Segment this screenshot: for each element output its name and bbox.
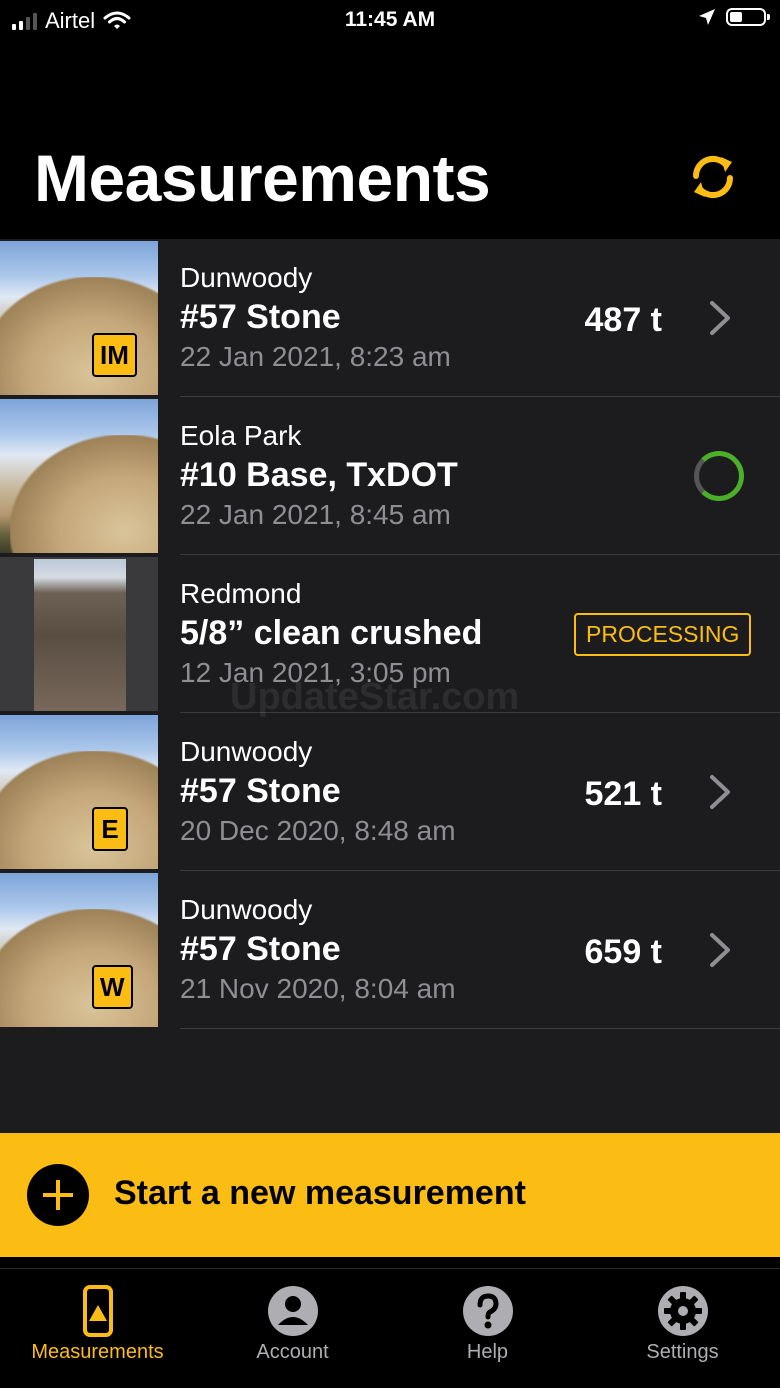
chevron-right-icon xyxy=(710,775,730,809)
watermark: UpdateStar.com xyxy=(230,676,520,718)
status-bar: Airtel 11:45 AM xyxy=(0,0,780,40)
material-name: #10 Base, TxDOT xyxy=(180,456,458,494)
tonnage-value: 521 t xyxy=(584,775,663,813)
tab-label: Account xyxy=(256,1341,329,1363)
site-name: Dunwoody xyxy=(180,736,313,767)
measurement-date: 22 Jan 2021, 8:45 am xyxy=(180,499,451,530)
material-name: #57 Stone xyxy=(180,930,341,968)
question-icon xyxy=(463,1286,513,1336)
location-arrow-icon xyxy=(699,9,715,25)
pile-thumbnail: IM xyxy=(0,241,158,395)
tonnage-value: 659 t xyxy=(584,933,663,971)
cta-label: Start a new measurement xyxy=(114,1174,526,1212)
measurement-row[interactable]: E Dunwoody #57 Stone 20 Dec 2020, 8:48 a… xyxy=(0,713,780,871)
chevron-right-icon xyxy=(710,301,730,335)
material-name: 5/8” clean crushed xyxy=(180,614,483,652)
pile-thumbnail: W xyxy=(0,873,158,1027)
refresh-icon[interactable] xyxy=(688,152,738,202)
measurement-type-badge: W xyxy=(92,965,133,1009)
pile-thumbnail: E xyxy=(0,715,158,869)
gear-icon xyxy=(658,1286,708,1336)
measurement-row[interactable]: Eola Park #10 Base, TxDOT 22 Jan 2021, 8… xyxy=(0,397,780,555)
pile-thumbnail xyxy=(0,557,158,711)
row-divider xyxy=(180,1028,780,1029)
tab-help[interactable]: Help xyxy=(390,1269,585,1388)
tab-bar: Measurements Account Help Settings xyxy=(0,1268,780,1388)
status-right xyxy=(698,8,770,26)
processing-badge: PROCESSING xyxy=(574,613,752,656)
loading-spinner-icon xyxy=(694,451,744,501)
plus-icon xyxy=(27,1164,89,1226)
tab-label: Settings xyxy=(646,1341,719,1363)
measurement-date: 20 Dec 2020, 8:48 am xyxy=(180,815,456,846)
measurement-date: 22 Jan 2021, 8:23 am xyxy=(180,341,451,372)
tab-account[interactable]: Account xyxy=(195,1269,390,1388)
measurement-type-badge: E xyxy=(92,807,128,851)
material-name: #57 Stone xyxy=(180,298,341,336)
measurement-type-badge: IM xyxy=(92,333,137,377)
site-name: Dunwoody xyxy=(180,894,313,925)
person-icon xyxy=(268,1286,318,1336)
tab-measurements[interactable]: Measurements xyxy=(0,1269,195,1388)
chevron-right-icon xyxy=(710,933,730,967)
phone-icon xyxy=(83,1285,113,1337)
battery-icon xyxy=(726,8,770,26)
measurement-row[interactable]: IM Dunwoody #57 Stone 22 Jan 2021, 8:23 … xyxy=(0,239,780,397)
measurement-row[interactable]: W Dunwoody #57 Stone 21 Nov 2020, 8:04 a… xyxy=(0,871,780,1029)
page-title: Measurements xyxy=(34,141,491,215)
status-time: 11:45 AM xyxy=(344,8,436,31)
pile-thumbnail xyxy=(0,399,158,553)
tab-settings[interactable]: Settings xyxy=(585,1269,780,1388)
site-name: Eola Park xyxy=(180,420,302,451)
measurement-date: 21 Nov 2020, 8:04 am xyxy=(180,973,456,1004)
tonnage-value: 487 t xyxy=(584,301,663,339)
site-name: Dunwoody xyxy=(180,262,313,293)
tab-label: Help xyxy=(466,1341,509,1363)
start-new-measurement-button[interactable]: Start a new measurement xyxy=(0,1133,780,1257)
tab-label: Measurements xyxy=(31,1341,164,1363)
site-name: Redmond xyxy=(180,578,302,609)
material-name: #57 Stone xyxy=(180,772,341,810)
